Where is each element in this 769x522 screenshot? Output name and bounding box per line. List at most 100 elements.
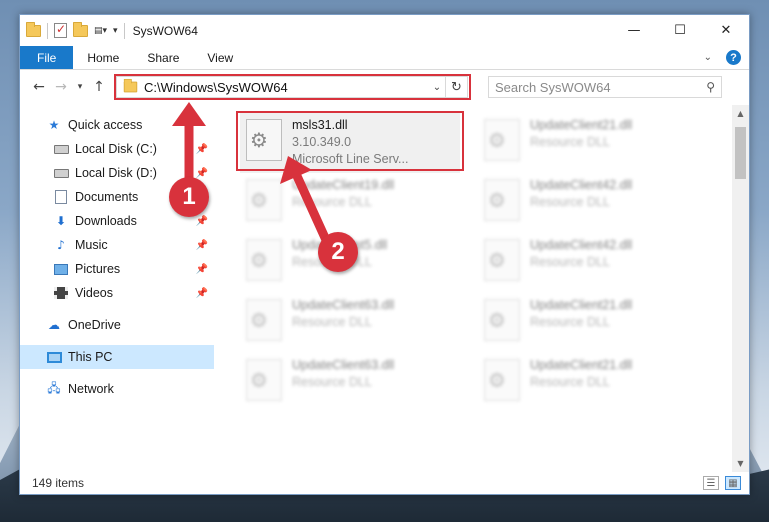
dll-file-icon: [484, 239, 520, 281]
sidebar-item-label: Quick access: [68, 118, 143, 132]
sidebar-item-quick-access[interactable]: ★ Quick access: [20, 113, 214, 137]
file-item[interactable]: UpdateClient63.dll Resource DLL: [240, 293, 470, 353]
folder-icon: [26, 21, 41, 37]
tab-share[interactable]: Share: [133, 46, 193, 69]
file-name: UpdateClient19.dll: [292, 178, 395, 192]
network-icon: 🖧: [47, 380, 61, 395]
address-path[interactable]: C:\Windows\SysWOW64: [144, 80, 288, 95]
computer-icon: [46, 351, 62, 363]
sidebar-item-label: OneDrive: [68, 318, 121, 332]
vertical-scrollbar[interactable]: ▲ ▼: [732, 105, 749, 472]
refresh-icon[interactable]: ↻: [445, 77, 467, 97]
file-type: Resource DLL: [530, 195, 610, 209]
file-item[interactable]: UpdateClient42.dll Resource DLL: [478, 173, 708, 233]
scroll-thumb[interactable]: [735, 127, 746, 179]
navigation-pane: ★ Quick access Local Disk (C:) 📌 Local D…: [20, 105, 214, 472]
sidebar-item-label: Pictures: [75, 262, 121, 276]
pin-icon[interactable]: 📌: [196, 216, 208, 227]
file-name: UpdateClient21.dll: [530, 358, 633, 372]
file-list: msls31.dll 3.10.349.0 Microsoft Line Ser…: [214, 105, 749, 472]
recent-locations-icon[interactable]: ▾: [72, 82, 88, 92]
file-type: Resource DLL: [530, 255, 610, 269]
chevron-down-icon[interactable]: ⌄: [429, 82, 445, 93]
window-title: SysWOW64: [132, 23, 198, 38]
music-icon: ♪: [57, 238, 65, 252]
scroll-down-icon[interactable]: ▼: [732, 455, 749, 472]
minimize-button[interactable]: —: [611, 15, 657, 46]
file-explorer-window: ▤▾ ▾ SysWOW64 — ☐ ✕ File Home Share View…: [19, 14, 750, 495]
sidebar-item-label: Downloads: [75, 214, 137, 228]
dll-file-icon: [246, 359, 282, 401]
pin-icon[interactable]: 📌: [196, 168, 208, 179]
pin-icon[interactable]: 📌: [196, 240, 208, 251]
sidebar-item-label: Videos: [75, 286, 113, 300]
navigation-bar: ← → ▾ ↑ C:\Windows\SysWOW64 ⌄ ↻ Search S…: [20, 70, 749, 104]
chevron-down-icon[interactable]: ⌄: [704, 52, 712, 63]
videos-icon: [54, 287, 68, 299]
sidebar-item-videos[interactable]: Videos 📌: [20, 281, 214, 305]
dll-file-icon: [246, 119, 282, 161]
sidebar-item-music[interactable]: ♪ Music 📌: [20, 233, 214, 257]
address-bar[interactable]: C:\Windows\SysWOW64 ⌄ ↻: [114, 74, 471, 100]
file-type: Resource DLL: [292, 315, 372, 329]
disk-icon: [53, 144, 69, 154]
search-placeholder: Search SysWOW64: [495, 79, 611, 95]
pin-icon[interactable]: 📌: [196, 264, 208, 275]
up-arrow-icon[interactable]: ↑: [88, 79, 110, 95]
item-count: 149 items: [32, 476, 85, 490]
sidebar-item-network[interactable]: 🖧 Network: [20, 377, 214, 401]
sidebar-item-label: Network: [68, 382, 114, 396]
sidebar-item-this-pc[interactable]: This PC: [20, 345, 214, 369]
new-folder-icon[interactable]: [73, 21, 88, 37]
file-name: msls31.dll: [292, 118, 348, 132]
tiles-view-icon[interactable]: ▦: [725, 476, 741, 490]
details-view-icon[interactable]: ☰: [703, 476, 719, 490]
search-input[interactable]: Search SysWOW64 ⚲: [488, 76, 722, 98]
file-item[interactable]: UpdateClient21.dll Resource DLL: [478, 353, 708, 413]
dll-file-icon: [484, 359, 520, 401]
disk-icon: [53, 168, 69, 178]
file-version: 3.10.349.0: [292, 135, 352, 149]
pin-icon[interactable]: 📌: [196, 288, 208, 299]
sidebar-item-onedrive[interactable]: ☁ OneDrive: [20, 313, 214, 337]
file-type: Resource DLL: [530, 135, 610, 149]
sidebar-item-label: This PC: [68, 350, 113, 364]
file-name: UpdateClient63.dll: [292, 358, 395, 372]
file-name: UpdateClient63.dll: [292, 298, 395, 312]
tab-home[interactable]: Home: [73, 46, 133, 69]
file-item[interactable]: UpdateClient21.dll Resource DLL: [478, 113, 708, 173]
title-bar: ▤▾ ▾ SysWOW64 — ☐ ✕: [20, 15, 749, 46]
tab-view[interactable]: View: [193, 46, 247, 69]
scroll-up-icon[interactable]: ▲: [732, 105, 749, 122]
downloads-icon: ⬇: [55, 214, 67, 228]
cloud-icon: ☁: [48, 318, 60, 332]
file-item-msls31[interactable]: msls31.dll 3.10.349.0 Microsoft Line Ser…: [236, 111, 464, 173]
properties-icon[interactable]: [54, 22, 67, 38]
file-item[interactable]: UpdateClient42.dll Resource DLL: [478, 233, 708, 293]
file-name: UpdateClient21.dll: [530, 118, 633, 132]
sidebar-item-pictures[interactable]: Pictures 📌: [20, 257, 214, 281]
file-name: UpdateClient21.dll: [530, 298, 633, 312]
file-name: UpdateClient42.dll: [530, 178, 633, 192]
star-icon: ★: [48, 118, 60, 132]
file-item[interactable]: UpdateClient21.dll Resource DLL: [478, 293, 708, 353]
tab-file[interactable]: File: [20, 46, 74, 69]
maximize-button[interactable]: ☐: [657, 15, 703, 46]
toolbar-dropdown-icon[interactable]: ▾: [113, 26, 118, 36]
folder-icon: [123, 78, 138, 93]
sidebar-item-local-disk-c[interactable]: Local Disk (C:) 📌: [20, 137, 214, 161]
help-icon[interactable]: ?: [726, 50, 741, 65]
sidebar-item-label: Local Disk (D:): [75, 166, 157, 180]
quick-access-toolbar: ▤▾ ▾: [26, 21, 125, 39]
file-item[interactable]: UpdateClient19.dll Resource DLL: [240, 173, 470, 233]
back-arrow-icon[interactable]: ←: [28, 79, 50, 95]
file-type: Resource DLL: [292, 375, 372, 389]
step-2-badge: 2: [318, 232, 358, 272]
forward-arrow-icon[interactable]: →: [50, 79, 72, 95]
status-bar: 149 items ☰ ▦: [20, 472, 749, 494]
customize-toolbar-icon[interactable]: ▤▾: [94, 26, 107, 36]
close-button[interactable]: ✕: [703, 15, 749, 46]
file-item[interactable]: UpdateClient63.dll Resource DLL: [240, 353, 470, 413]
pin-icon[interactable]: 📌: [196, 144, 208, 155]
sidebar-item-label: Documents: [75, 190, 139, 204]
